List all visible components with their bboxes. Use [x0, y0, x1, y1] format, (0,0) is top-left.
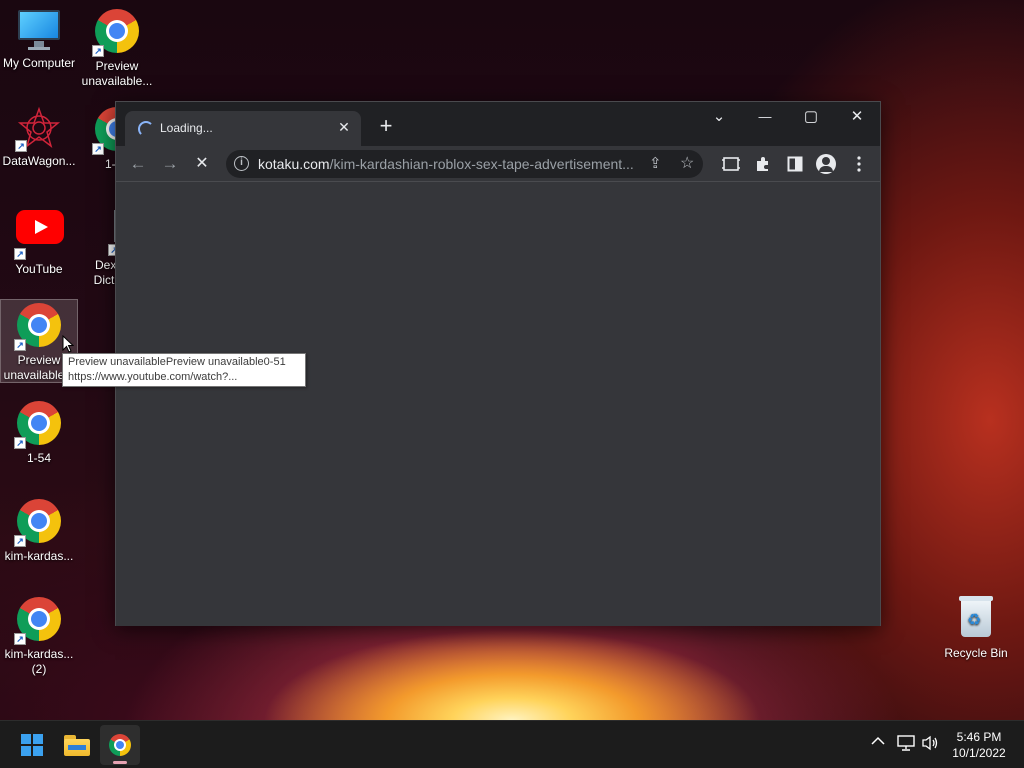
address-url[interactable]: kotaku.com/kim-kardashian-roblox-sex-tap…: [258, 156, 638, 172]
bookmark-star-icon[interactable]: ☆: [680, 153, 694, 173]
desktop-icon-label: 1-54: [26, 451, 52, 465]
side-panel-icon[interactable]: [783, 152, 807, 176]
loading-spinner-icon: [138, 121, 154, 137]
chrome-icon: [109, 734, 131, 756]
chrome-icon: ↗: [92, 9, 140, 57]
desktop-icon-label: kim-kardas...: [4, 549, 74, 563]
url-path: /kim-kardashian-roblox-sex-tape-advertis…: [329, 156, 634, 172]
new-tab-button[interactable]: +: [374, 115, 398, 139]
site-info-icon[interactable]: i: [234, 156, 249, 171]
taskbar-chrome-button[interactable]: [100, 725, 140, 765]
tab-title: Loading...: [160, 121, 213, 135]
back-button[interactable]: ←: [126, 152, 150, 176]
maximize-button[interactable]: ▢: [796, 106, 826, 128]
system-clock[interactable]: 5:46 PM 10/1/2022: [946, 729, 1012, 761]
extensions-icon[interactable]: [751, 152, 775, 176]
close-window-button[interactable]: ✕: [842, 106, 872, 128]
menu-icon[interactable]: [847, 152, 871, 176]
clock-time: 5:46 PM: [956, 730, 1002, 744]
stop-loading-button[interactable]: ✕: [190, 152, 214, 176]
network-icon[interactable]: [897, 735, 915, 754]
forward-button[interactable]: →: [158, 152, 182, 176]
desktop-icon-1-54-b[interactable]: ↗ 1-54: [0, 400, 78, 466]
browser-titlebar: Loading... ✕ + ⌄ — ▢ ✕: [116, 102, 880, 146]
desktop-icon-label: My Computer: [2, 56, 76, 70]
desktop-icon-tooltip: Preview unavailablePreview unavailable0-…: [62, 353, 306, 387]
browser-tab-active[interactable]: Loading... ✕: [125, 111, 361, 146]
address-bar[interactable]: i kotaku.com/kim-kardashian-roblox-sex-t…: [226, 150, 703, 178]
desktop-icon-kim-kardas-2[interactable]: ↗ kim-kardas... (2): [0, 596, 78, 677]
desktop-icon-label: YouTube: [15, 262, 63, 276]
recycle-bin-label: Recycle Bin: [944, 646, 1008, 660]
tab-close-icon[interactable]: ✕: [335, 118, 353, 136]
desktop-icon-kim-kardas[interactable]: ↗ kim-kardas...: [0, 498, 78, 564]
desktop-icon-label: DataWagon...: [2, 154, 76, 168]
mouse-cursor-icon: [62, 335, 74, 353]
browser-toolbar: ← → ✕ i kotaku.com/kim-kardashian-roblox…: [116, 146, 880, 182]
chrome-icon: ↗: [14, 303, 62, 351]
tab-search-button[interactable]: ⌄: [704, 106, 734, 128]
desktop-icon-datawagon[interactable]: ↗ DataWagon...: [0, 106, 78, 169]
tooltip-line-1: Preview unavailablePreview unavailable0-…: [68, 356, 286, 368]
profile-icon[interactable]: [816, 154, 836, 174]
chrome-icon: ↗: [14, 597, 62, 645]
taskbar: 5:46 PM 10/1/2022: [0, 720, 1024, 768]
media-icon[interactable]: [719, 152, 743, 176]
youtube-icon: ↗: [14, 210, 64, 260]
tooltip-line-2: https://www.youtube.com/watch?...: [68, 371, 238, 383]
minimize-button[interactable]: —: [750, 106, 780, 128]
page-content-area[interactable]: [116, 182, 880, 626]
volume-icon[interactable]: [921, 735, 939, 754]
desktop-icon-youtube[interactable]: ↗ YouTube: [0, 204, 78, 277]
url-domain: kotaku.com: [258, 156, 330, 172]
desktop-icon-my-computer[interactable]: My Computer: [0, 8, 78, 71]
active-app-indicator: [113, 761, 127, 764]
chrome-icon: ↗: [14, 499, 62, 547]
desktop-icon-preview-unavailable[interactable]: ↗ Preview unavailable...: [78, 8, 156, 89]
computer-icon: [17, 8, 61, 52]
desktop-icon-recycle-bin[interactable]: ♻ Recycle Bin: [940, 596, 1012, 660]
share-icon[interactable]: ⇪: [649, 154, 662, 172]
desktop-icon-label: kim-kardas... (2): [4, 647, 74, 676]
desktop-icon-label: Preview unavailable...: [81, 59, 153, 88]
chrome-icon: ↗: [14, 401, 62, 449]
datawagon-icon: ↗: [15, 106, 61, 152]
file-explorer-icon[interactable]: [64, 733, 90, 756]
tray-chevron-icon[interactable]: [871, 733, 885, 749]
recycle-bin-icon: ♻: [959, 596, 993, 638]
clock-date: 10/1/2022: [952, 746, 1006, 760]
start-button[interactable]: [21, 734, 43, 756]
